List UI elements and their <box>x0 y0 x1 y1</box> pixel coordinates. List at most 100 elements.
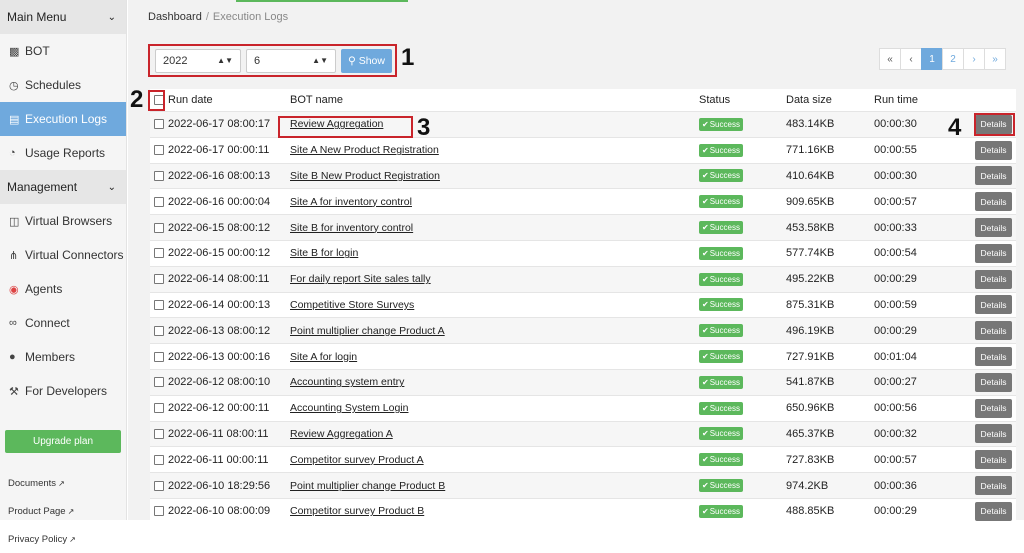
details-button[interactable]: Details <box>975 347 1012 367</box>
year-value: 2022 <box>163 54 188 67</box>
details-button[interactable]: Details <box>975 166 1012 186</box>
row-checkbox[interactable] <box>154 351 164 362</box>
execution-log-table: Run date BOT name Status Data size Run t… <box>150 89 1016 524</box>
details-button[interactable]: Details <box>975 269 1012 289</box>
details-button[interactable]: Details <box>975 192 1012 212</box>
status-badge: ✔ Success <box>699 221 743 235</box>
page-2-button[interactable]: 2 <box>942 48 964 70</box>
status-badge: ✔ Success <box>699 324 743 338</box>
table-row: 2022-06-12 08:00:10 Accounting system ent… <box>150 368 1016 395</box>
highlight-details <box>974 113 1015 136</box>
data-size-cell: 909.65KB <box>786 195 835 208</box>
check-circle-icon: ✔ <box>702 248 709 258</box>
details-button[interactable]: Details <box>975 321 1012 341</box>
row-checkbox[interactable] <box>154 274 164 285</box>
bot-name-link[interactable]: Site B for login <box>290 247 358 259</box>
bot-name-link[interactable]: Site B New Product Registration <box>290 170 440 182</box>
bot-name-link[interactable]: Accounting System Login <box>290 402 408 414</box>
breadcrumb-dashboard[interactable]: Dashboard <box>148 11 202 23</box>
external-link-icon: ↗ <box>58 478 65 488</box>
details-button[interactable]: Details <box>975 501 1012 521</box>
year-select[interactable]: 2022 ▲▼ <box>155 48 241 73</box>
run-date-cell: 2022-06-14 08:00:11 <box>168 273 270 286</box>
details-button[interactable]: Details <box>975 243 1012 263</box>
details-button[interactable]: Details <box>975 372 1012 392</box>
sidebar-item-virtual-browsers[interactable]: ◫ Virtual Browsers <box>0 204 126 238</box>
bot-name-link[interactable]: Site A for login <box>290 351 357 363</box>
bot-name-link[interactable]: Site A New Product Registration <box>290 144 439 156</box>
run-date-cell: 2022-06-16 00:00:04 <box>168 195 271 208</box>
row-checkbox[interactable] <box>154 119 164 130</box>
highlight-bot-name <box>278 116 413 138</box>
product-page-link[interactable]: Product Page ↗ <box>0 497 126 525</box>
table-row: 2022-06-11 08:00:11 Review Aggregation A ✔… <box>150 420 1016 447</box>
bot-name-link[interactable]: Competitor survey Product B <box>290 505 424 517</box>
sidebar-item-connect[interactable]: ∞ Connect <box>0 306 126 340</box>
sidebar-item-virtual-connectors[interactable]: ⋔ Virtual Connectors <box>0 238 126 272</box>
row-checkbox[interactable] <box>154 248 164 259</box>
header-run-time: Run time <box>874 94 919 106</box>
sidebar-item-schedules[interactable]: ◷ Schedules <box>0 68 126 102</box>
sidebar-item-agents[interactable]: ◉ Agents <box>0 272 126 306</box>
check-circle-icon: ✔ <box>702 455 709 465</box>
next-page-button[interactable]: › <box>963 48 985 70</box>
bot-name-link[interactable]: Site A for inventory control <box>290 196 412 208</box>
privacy-policy-link[interactable]: Privacy Policy ↗ <box>0 525 126 553</box>
table-row: 2022-06-12 00:00:11 Accounting System Log… <box>150 394 1016 421</box>
row-checkbox[interactable] <box>154 170 164 181</box>
details-button[interactable]: Details <box>975 295 1012 315</box>
documents-link[interactable]: Documents ↗ <box>0 469 126 497</box>
details-button[interactable]: Details <box>975 476 1012 496</box>
bot-name-link[interactable]: Point multiplier change Product A <box>290 325 445 337</box>
row-checkbox[interactable] <box>154 480 164 491</box>
header-data-size: Data size <box>786 94 832 106</box>
row-checkbox[interactable] <box>154 196 164 207</box>
row-checkbox[interactable] <box>154 145 164 156</box>
robot-icon: ▩ <box>9 45 20 58</box>
row-checkbox[interactable] <box>154 222 164 233</box>
select-arrows-icon: ▲▼ <box>217 56 233 65</box>
row-checkbox[interactable] <box>154 428 164 439</box>
sidebar-item-members[interactable]: ● Members <box>0 340 126 374</box>
bot-name-link[interactable]: Site B for inventory control <box>290 222 413 234</box>
sidebar-item-label: Virtual Browsers <box>25 214 113 228</box>
last-page-button[interactable]: » <box>984 48 1006 70</box>
details-button[interactable]: Details <box>975 218 1012 238</box>
data-size-cell: 495.22KB <box>786 273 835 286</box>
row-checkbox[interactable] <box>154 299 164 310</box>
details-button[interactable]: Details <box>975 424 1012 444</box>
run-date-cell: 2022-06-10 08:00:09 <box>168 505 271 518</box>
details-button[interactable]: Details <box>975 398 1012 418</box>
run-date-cell: 2022-06-11 00:00:11 <box>168 453 269 466</box>
table-row: 2022-06-17 00:00:11 Site A New Product Re… <box>150 136 1016 163</box>
row-checkbox[interactable] <box>154 454 164 465</box>
details-button[interactable]: Details <box>975 450 1012 470</box>
row-checkbox[interactable] <box>154 403 164 414</box>
bot-name-link[interactable]: Review Aggregation A <box>290 428 393 440</box>
first-page-button[interactable]: « <box>879 48 901 70</box>
month-select[interactable]: 6 ▲▼ <box>246 48 336 73</box>
show-button[interactable]: ⚲ Show <box>341 48 392 73</box>
bot-name-link[interactable]: Accounting system entry <box>290 376 404 388</box>
row-checkbox[interactable] <box>154 377 164 388</box>
chrome-icon: ◉ <box>9 283 19 296</box>
prev-page-button[interactable]: ‹ <box>900 48 922 70</box>
run-time-cell: 00:00:33 <box>874 221 917 234</box>
management-header[interactable]: Management ⌄ <box>0 170 126 204</box>
bot-name-link[interactable]: Point multiplier change Product B <box>290 480 445 492</box>
row-checkbox[interactable] <box>154 506 164 517</box>
sidebar-item-bot[interactable]: ▩ BOT <box>0 34 126 68</box>
sidebar-item-execution-logs[interactable]: ▤ Execution Logs <box>0 102 126 136</box>
sidebar-item-usage-reports[interactable]: ◔ Usage Reports <box>0 136 126 170</box>
details-button[interactable]: Details <box>975 140 1012 160</box>
upgrade-plan-button[interactable]: Upgrade plan <box>5 430 121 453</box>
bot-name-link[interactable]: Competitor survey Product A <box>290 454 424 466</box>
bot-name-link[interactable]: Competitive Store Surveys <box>290 299 414 311</box>
annotation-1: 1 <box>401 44 415 71</box>
row-checkbox[interactable] <box>154 325 164 336</box>
bot-name-link[interactable]: For daily report Site sales tally <box>290 273 431 285</box>
sidebar-item-for-developers[interactable]: ⚒ For Developers <box>0 374 126 408</box>
main-menu-header[interactable]: Main Menu ⌄ <box>0 0 126 34</box>
progress-indicator <box>236 0 408 2</box>
page-1-button[interactable]: 1 <box>921 48 943 70</box>
